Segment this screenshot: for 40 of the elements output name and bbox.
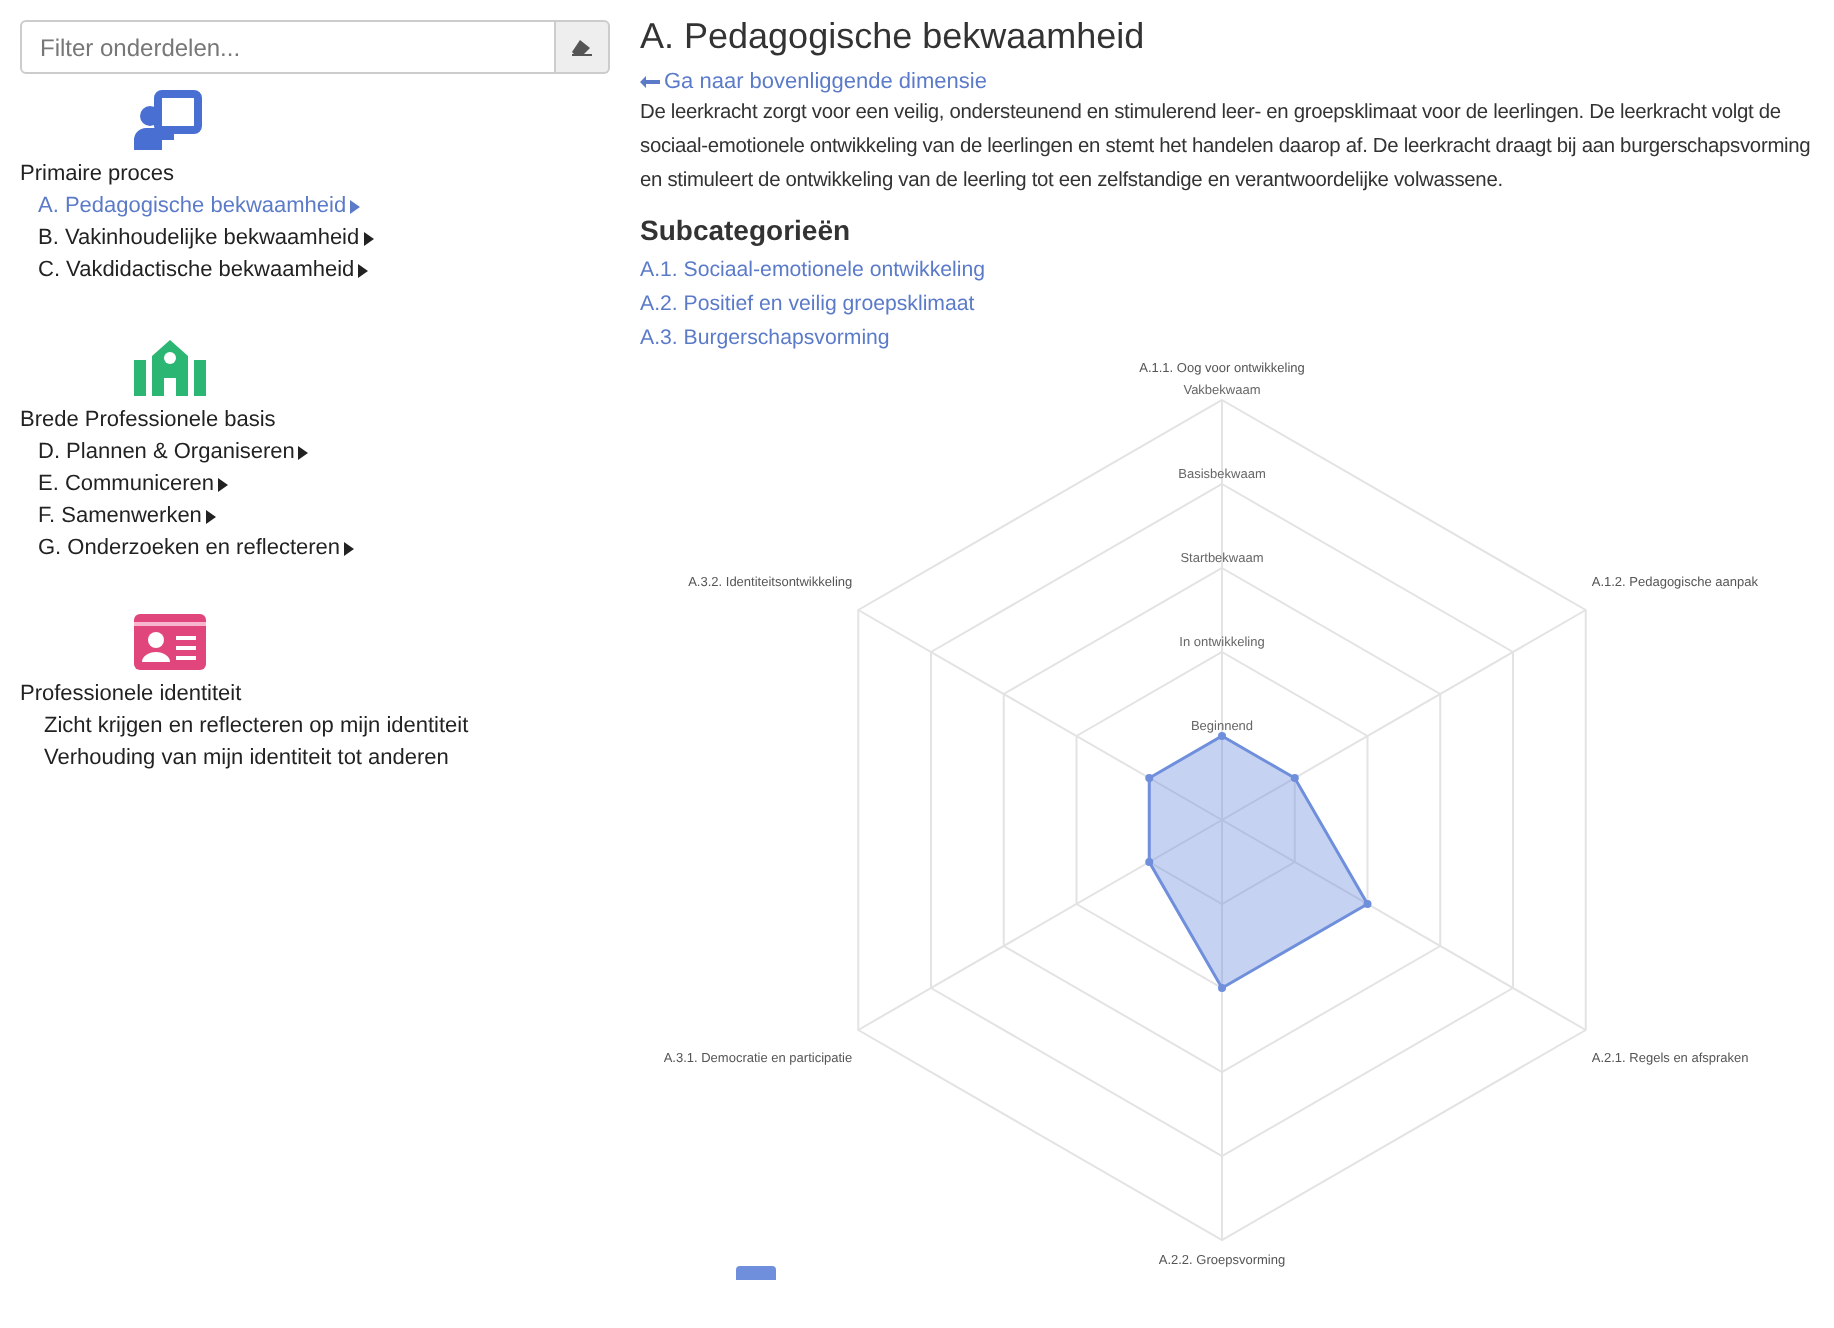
left-arrow-icon (640, 76, 660, 88)
presentation-icon (134, 90, 206, 150)
back-link[interactable]: Ga naar bovenliggende dimensie (640, 70, 987, 94)
page-title: A. Pedagogische bekwaamheid (640, 16, 1145, 58)
clear-button[interactable] (556, 20, 610, 74)
sidebar-item[interactable]: Verhouding van mijn identiteit tot anderen (20, 744, 449, 776)
description: De leerkracht zorgt voor een veilig, ondersteunend en stimulerend leer- en groepsklimaat voor de leerlingen. De leerkracht volgt de sociaal-emotionele ontwikkeling van de leerlingen en stemt het handelen daarop af. De leerkracht draagt bij aan burgerschapsvorming en stimuleert de ontwikkeling van de leerling tot een zelfstandige en verantwoordelijke volwassene. (640, 100, 1813, 196)
sidebar-item[interactable]: F. Samenwerken (20, 502, 216, 534)
caret-icon (218, 477, 229, 491)
data-point (1218, 732, 1226, 740)
data-point (1290, 774, 1299, 782)
data-point (1363, 900, 1372, 908)
caret-icon (298, 445, 309, 459)
data-point (1145, 774, 1154, 782)
data-point (1145, 858, 1154, 866)
subcategory-link[interactable]: A.2. Positief en veilig groepsklimaat (640, 288, 975, 322)
id-card-icon (134, 614, 206, 670)
group-title: Professionele identiteit (20, 682, 244, 706)
sidebar-item[interactable]: D. Plannen & Organiseren (20, 438, 309, 470)
sidebar-item[interactable]: Zicht krijgen en reflecteren op mijn identiteit (20, 712, 469, 744)
caret-icon (344, 541, 355, 555)
school-icon (134, 336, 206, 396)
caret-icon (205, 509, 216, 523)
group-title: Primaire proces (20, 162, 177, 186)
caret-icon (350, 199, 361, 213)
data-point (1218, 984, 1226, 992)
sidebar-item[interactable]: A. Pedagogische bekwaamheid (20, 192, 361, 224)
legend-swatch (736, 1266, 776, 1280)
subcategory-link[interactable]: A.1. Sociaal-emotionele ontwikkeling (640, 254, 986, 288)
group-title: Brede Professionele basis (20, 408, 278, 432)
caret-icon (358, 263, 369, 277)
sidebar-item[interactable]: G. Onderzoeken en reflecteren (20, 534, 355, 566)
sidebar-item[interactable]: B. Vakinhoudelijke bekwaamheid (20, 224, 374, 256)
sidebar-item[interactable]: C. Vakdidactische bekwaamheid (20, 256, 369, 288)
caret-icon (363, 231, 374, 245)
section-heading: Subcategorieën (640, 214, 851, 246)
eraser-icon (572, 39, 592, 55)
sidebar-item[interactable]: E. Communiceren (20, 470, 229, 502)
subcategory-link[interactable]: A.3. Burgerschapsvorming (640, 322, 890, 356)
filter-field[interactable]: Filter onderdelen... (20, 20, 556, 74)
